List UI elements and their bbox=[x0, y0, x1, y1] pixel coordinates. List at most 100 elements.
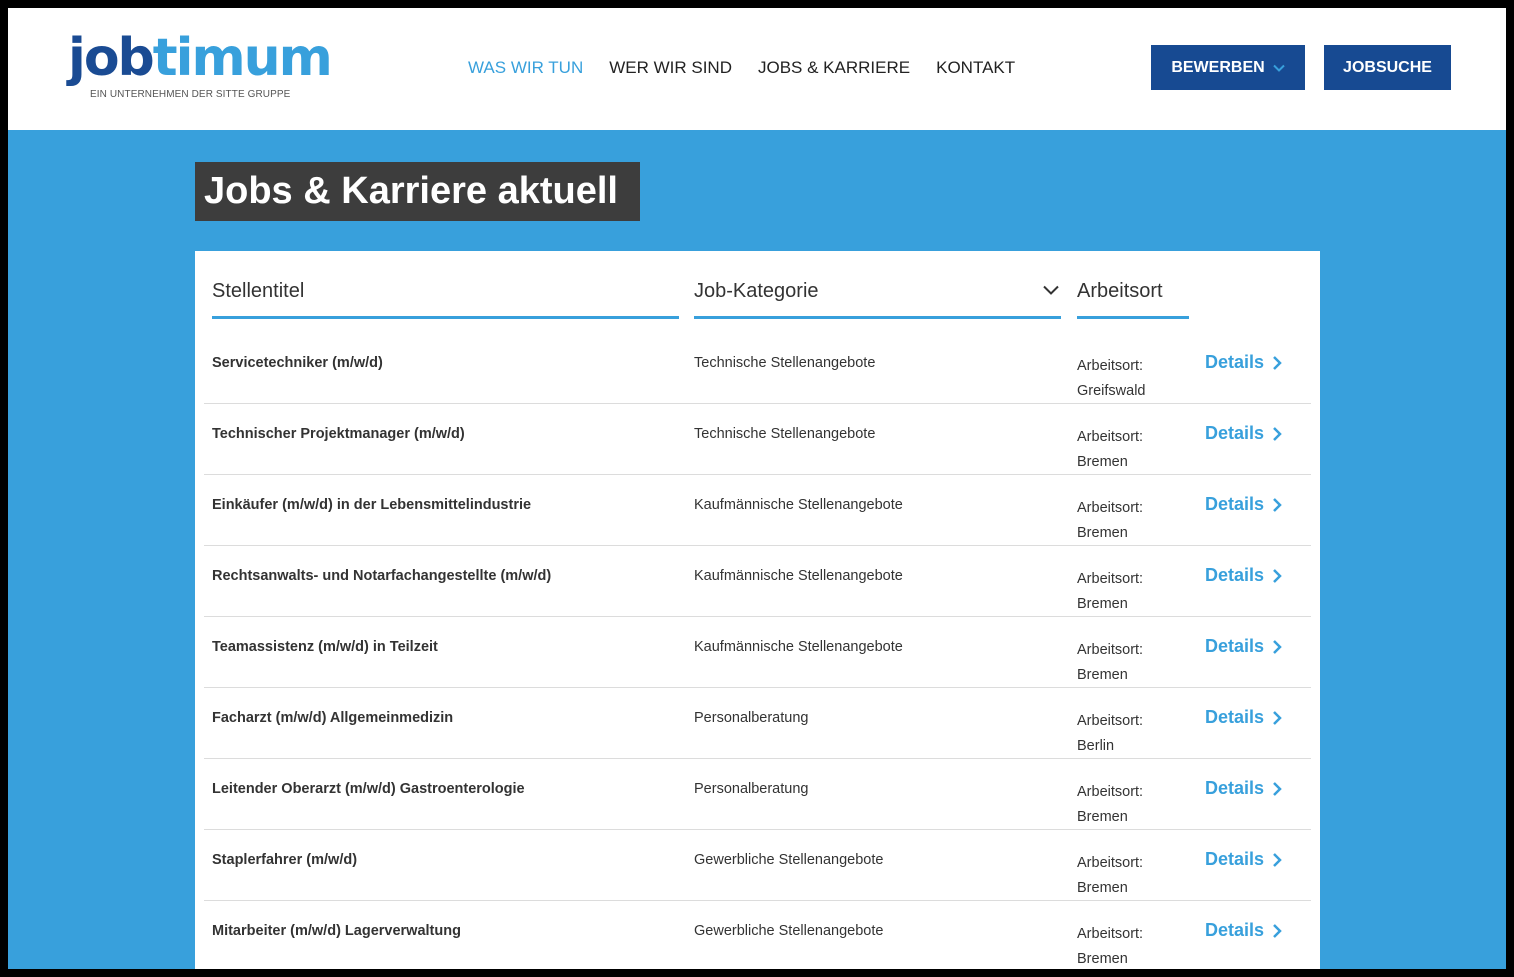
job-category: Gewerbliche Stellenangebote bbox=[694, 923, 884, 939]
nav-item-kontakt[interactable]: KONTAKT bbox=[936, 58, 1015, 78]
details-label: Details bbox=[1205, 494, 1265, 514]
stellentitel-input[interactable]: Stellentitel bbox=[212, 251, 679, 319]
job-row: Leitender Oberarzt (m/w/d) Gastroenterol… bbox=[204, 759, 1311, 830]
stellentitel-placeholder: Stellentitel bbox=[212, 280, 305, 302]
job-location: Arbeitsort: Bremen bbox=[1077, 780, 1143, 830]
location-prefix: Arbeitsort: bbox=[1077, 855, 1144, 871]
chevron-right-icon bbox=[1273, 426, 1282, 441]
chevron-right-icon bbox=[1273, 923, 1282, 938]
location-city: Bremen bbox=[1077, 454, 1128, 470]
details-link[interactable]: Details bbox=[1205, 352, 1282, 373]
location-prefix: Arbeitsort: bbox=[1077, 784, 1144, 800]
details-link[interactable]: Details bbox=[1205, 778, 1282, 799]
location-prefix: Arbeitsort: bbox=[1077, 358, 1144, 374]
logo-subtitle: EIN UNTERNEHMEN DER SITTE GRUPPE bbox=[90, 89, 291, 100]
arbeitsort-input[interactable]: Arbeitsort bbox=[1077, 251, 1189, 319]
job-location: Arbeitsort: Bremen bbox=[1077, 425, 1143, 475]
details-label: Details bbox=[1205, 849, 1265, 869]
chevron-right-icon bbox=[1273, 852, 1282, 867]
job-row: Rechtsanwalts- und Notarfachangestellte … bbox=[204, 546, 1311, 617]
details-label: Details bbox=[1205, 778, 1265, 798]
location-city: Bremen bbox=[1077, 525, 1128, 541]
details-label: Details bbox=[1205, 423, 1265, 443]
details-link[interactable]: Details bbox=[1205, 565, 1282, 586]
details-link[interactable]: Details bbox=[1205, 707, 1282, 728]
chevron-down-icon bbox=[1272, 64, 1285, 72]
details-link[interactable]: Details bbox=[1205, 494, 1282, 515]
job-kategorie-select[interactable]: Job-Kategorie bbox=[694, 251, 1061, 319]
location-prefix: Arbeitsort: bbox=[1077, 713, 1144, 729]
job-category: Technische Stellenangebote bbox=[694, 355, 876, 371]
location-city: Bremen bbox=[1077, 667, 1128, 683]
site-header: jobtimum EIN UNTERNEHMEN DER SITTE GRUPP… bbox=[8, 8, 1506, 130]
browser-viewport: jobtimum EIN UNTERNEHMEN DER SITTE GRUPP… bbox=[8, 8, 1506, 969]
job-title: Staplerfahrer (m/w/d) bbox=[212, 852, 358, 868]
job-location: Arbeitsort: Bremen bbox=[1077, 496, 1143, 546]
details-link[interactable]: Details bbox=[1205, 920, 1282, 941]
job-category: Personalberatung bbox=[694, 781, 809, 797]
bewerben-label: BEWERBEN bbox=[1171, 58, 1265, 76]
logo-text-timum: timum bbox=[152, 28, 333, 88]
job-title: Rechtsanwalts- und Notarfachangestellte … bbox=[212, 568, 552, 584]
chevron-right-icon bbox=[1273, 639, 1282, 654]
job-location: Arbeitsort: Bremen bbox=[1077, 638, 1143, 688]
location-prefix: Arbeitsort: bbox=[1077, 429, 1144, 445]
job-title: Teamassistenz (m/w/d) in Teilzeit bbox=[212, 639, 438, 655]
job-location: Arbeitsort: Bremen bbox=[1077, 851, 1143, 901]
job-category: Kaufmännische Stellenangebote bbox=[694, 639, 903, 655]
job-location: Arbeitsort: Greifswald bbox=[1077, 354, 1146, 404]
details-label: Details bbox=[1205, 920, 1265, 940]
job-title: Leitender Oberarzt (m/w/d) Gastroenterol… bbox=[212, 781, 525, 797]
chevron-right-icon bbox=[1273, 781, 1282, 796]
chevron-right-icon bbox=[1273, 568, 1282, 583]
details-link[interactable]: Details bbox=[1205, 423, 1282, 444]
page-title: Jobs & Karriere aktuell bbox=[195, 162, 640, 221]
arbeitsort-placeholder: Arbeitsort bbox=[1077, 280, 1163, 302]
job-kategorie-label: Job-Kategorie bbox=[694, 280, 819, 302]
job-location: Arbeitsort: Bremen bbox=[1077, 567, 1143, 617]
details-link[interactable]: Details bbox=[1205, 636, 1282, 657]
chevron-right-icon bbox=[1273, 497, 1282, 512]
location-prefix: Arbeitsort: bbox=[1077, 571, 1144, 587]
job-row: Mitarbeiter (m/w/d) Lagerverwaltung Gewer… bbox=[204, 901, 1311, 969]
job-title: Servicetechniker (m/w/d) bbox=[212, 355, 383, 371]
job-row: Teamassistenz (m/w/d) in Teilzeit Kaufmän… bbox=[204, 617, 1311, 688]
job-title: Facharzt (m/w/d) Allgemeinmedizin bbox=[212, 710, 454, 726]
nav-item-wer-wir-sind[interactable]: WER WIR SIND bbox=[609, 58, 732, 78]
job-title: Mitarbeiter (m/w/d) Lagerverwaltung bbox=[212, 923, 461, 939]
details-label: Details bbox=[1205, 565, 1265, 585]
logo-text-job: job bbox=[68, 28, 155, 88]
nav-item-was-wir-tun[interactable]: WAS WIR TUN bbox=[468, 58, 583, 78]
details-label: Details bbox=[1205, 707, 1265, 727]
jobsuche-button[interactable]: JOBSUCHE bbox=[1324, 45, 1451, 90]
job-row: Facharzt (m/w/d) Allgemeinmedizin Persona… bbox=[204, 688, 1311, 759]
location-city: Berlin bbox=[1077, 738, 1115, 754]
nav-item-jobs-karriere[interactable]: JOBS & KARRIERE bbox=[758, 58, 910, 78]
job-location: Arbeitsort: Berlin bbox=[1077, 709, 1143, 759]
main-nav: WAS WIR TUN WER WIR SIND JOBS & KARRIERE… bbox=[468, 58, 1015, 78]
job-category: Gewerbliche Stellenangebote bbox=[694, 852, 884, 868]
location-city: Bremen bbox=[1077, 880, 1128, 896]
jobtimum-logo[interactable]: jobtimum EIN UNTERNEHMEN DER SITTE GRUPP… bbox=[68, 28, 333, 104]
job-title: Technischer Projektmanager (m/w/d) bbox=[212, 426, 465, 442]
job-category: Kaufmännische Stellenangebote bbox=[694, 497, 903, 513]
details-label: Details bbox=[1205, 636, 1265, 656]
bewerben-button[interactable]: BEWERBEN bbox=[1151, 45, 1305, 90]
details-label: Details bbox=[1205, 352, 1265, 372]
job-row: Staplerfahrer (m/w/d) Gewerbliche Stellen… bbox=[204, 830, 1311, 901]
location-prefix: Arbeitsort: bbox=[1077, 642, 1144, 658]
location-city: Bremen bbox=[1077, 809, 1128, 825]
location-city: Bremen bbox=[1077, 951, 1128, 967]
details-link[interactable]: Details bbox=[1205, 849, 1282, 870]
location-prefix: Arbeitsort: bbox=[1077, 926, 1144, 942]
chevron-right-icon bbox=[1273, 355, 1282, 370]
job-category: Technische Stellenangebote bbox=[694, 426, 876, 442]
job-category: Kaufmännische Stellenangebote bbox=[694, 568, 903, 584]
job-row: Servicetechniker (m/w/d) Technische Stell… bbox=[204, 333, 1311, 404]
job-category: Personalberatung bbox=[694, 710, 809, 726]
logo-wordmark: jobtimum bbox=[68, 28, 333, 88]
chevron-right-icon bbox=[1273, 710, 1282, 725]
location-city: Greifswald bbox=[1077, 383, 1146, 399]
location-city: Bremen bbox=[1077, 596, 1128, 612]
job-title: Einkäufer (m/w/d) in der Lebensmittelind… bbox=[212, 497, 532, 513]
